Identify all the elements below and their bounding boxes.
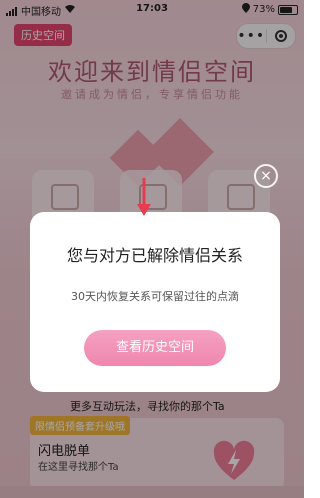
pointer-arrow-icon xyxy=(137,178,151,216)
unbind-modal: 您与对方已解除情侣关系 30天内恢复关系可保留过往的点滴 查看历史空间 xyxy=(30,212,280,392)
modal-description: 30天内恢复关系可保留过往的点滴 xyxy=(71,290,239,303)
view-history-space-button[interactable]: 查看历史空间 xyxy=(84,330,226,366)
screen: 中国移动 17:03 73% 历史空间 ••• 欢迎来到情侣空间 邀请成为情侣，… xyxy=(0,0,304,498)
modal-title: 您与对方已解除情侣关系 xyxy=(66,246,243,265)
close-modal-button[interactable]: × xyxy=(254,164,278,188)
